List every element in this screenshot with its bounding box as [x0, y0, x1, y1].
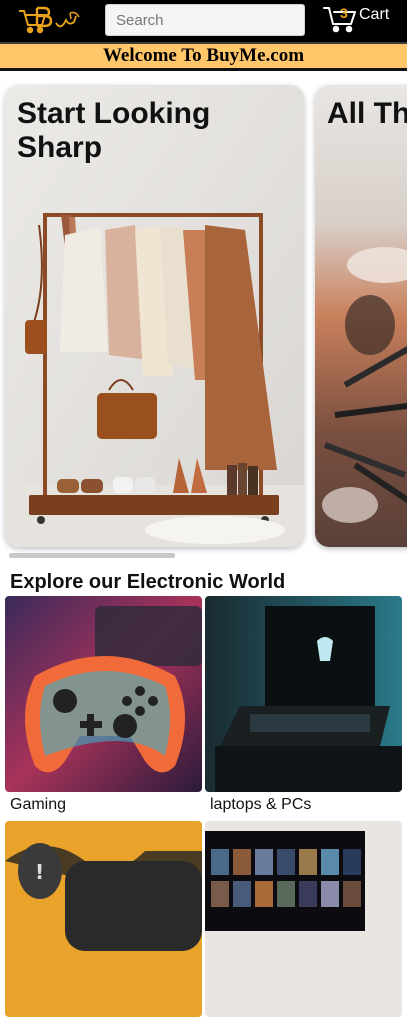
tv-streaming-image [205, 821, 402, 1017]
carousel-scrollbar[interactable] [9, 553, 399, 558]
cart-button[interactable]: 3 Cart [322, 4, 402, 36]
speaker-image: ! [5, 821, 202, 1017]
slide-title: All Th [327, 97, 407, 130]
category-tile-speakers[interactable]: ! [5, 821, 202, 1021]
carousel-slide-beauty[interactable]: All Th [315, 85, 407, 547]
section-title: Explore our Electronic World [10, 571, 286, 593]
carousel-scrollbar-thumb[interactable] [9, 553, 175, 558]
category-tile-tv[interactable] [205, 821, 402, 1021]
cart-count-badge: 3 [340, 5, 348, 21]
gaming-controller-image [5, 596, 202, 792]
category-label: Gaming [10, 796, 67, 813]
carousel-slide-clothing[interactable]: Start Looking Sharp [5, 85, 304, 547]
cart-label: Cart [359, 6, 390, 23]
category-tile-gaming[interactable]: Gaming [5, 596, 202, 814]
laptop-image [205, 596, 402, 792]
header: 3 Cart [0, 0, 407, 42]
welcome-banner: Welcome To BuyMe.com [0, 42, 407, 71]
category-label: laptops & PCs [210, 796, 312, 813]
category-tile-laptops[interactable]: laptops & PCs [205, 596, 402, 814]
buyme-logo[interactable] [18, 5, 88, 35]
makeup-brushes-image [315, 85, 407, 547]
slide-title: Start Looking Sharp [17, 97, 211, 164]
svg-text:!: ! [35, 860, 44, 884]
hero-carousel[interactable]: Start Looking Sharp All Th [0, 71, 407, 561]
search-input[interactable] [105, 4, 305, 36]
